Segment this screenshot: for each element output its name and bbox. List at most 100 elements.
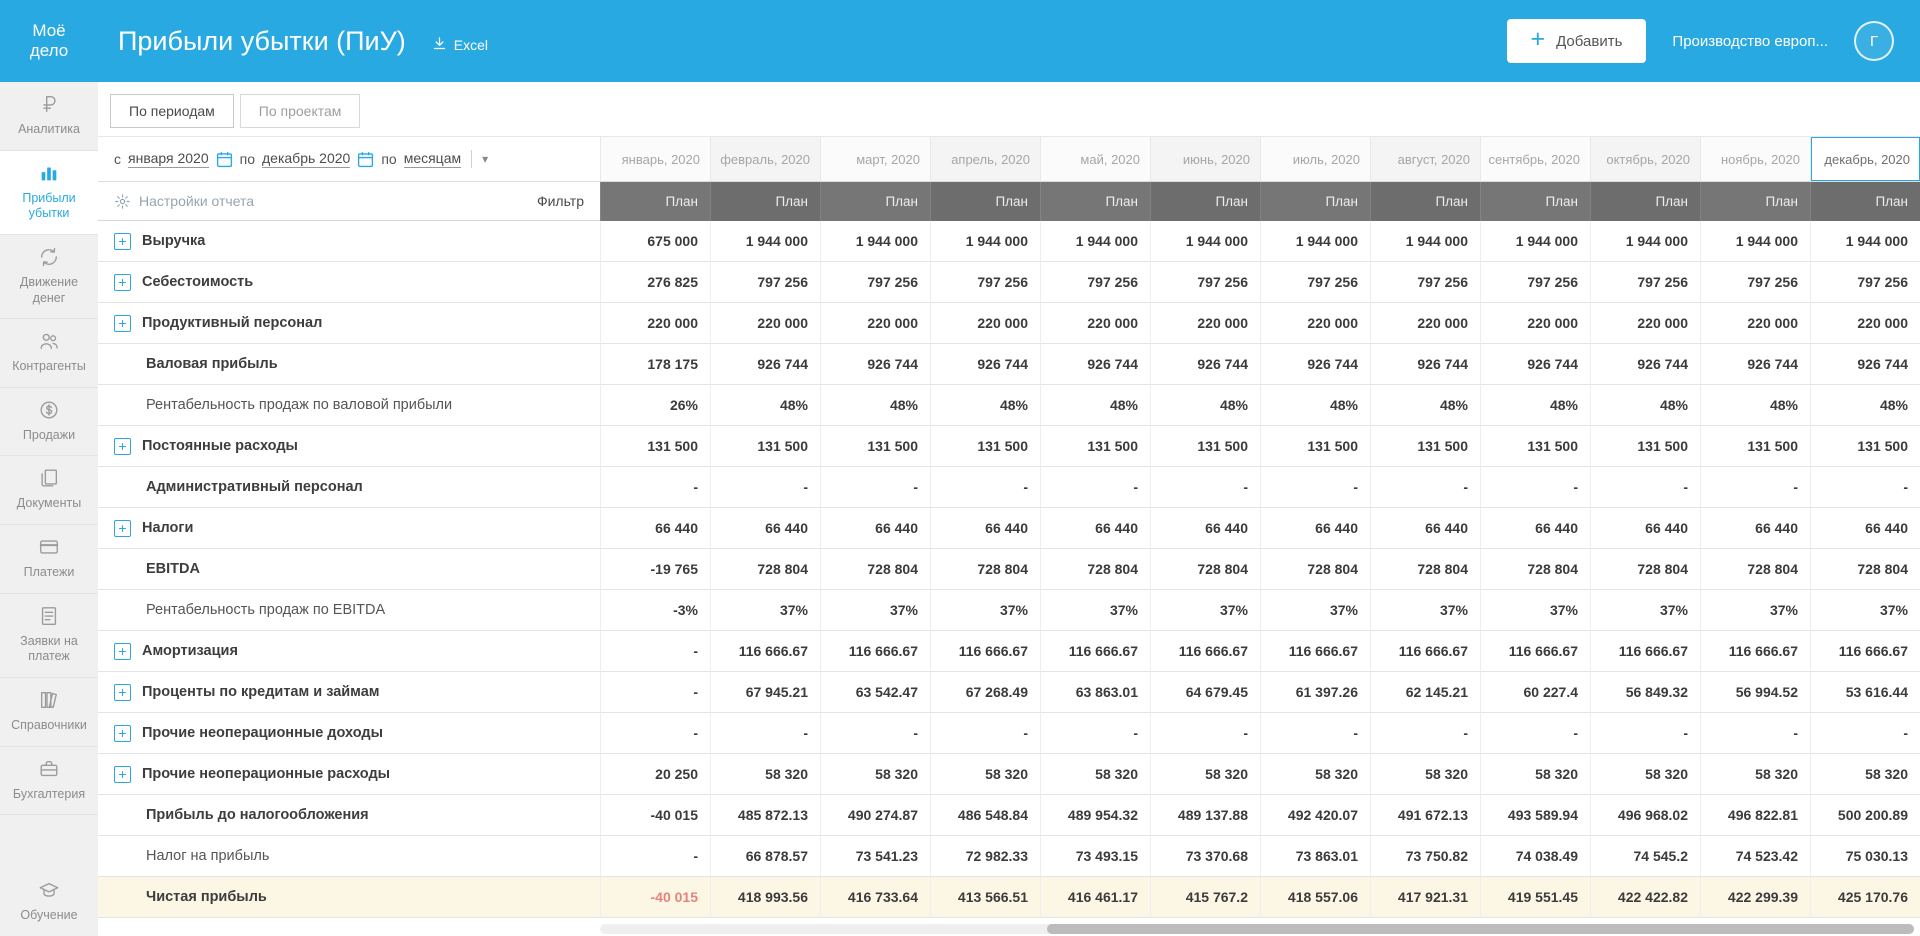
sidebar-item-contractors[interactable]: Контрагенты [0,319,98,388]
row-label-cell: Валовая прибыль [98,344,600,385]
excel-export-link[interactable]: Excel [432,36,488,54]
expand-icon[interactable]: + [114,438,131,455]
value-cell: 61 397.26 [1260,672,1370,713]
scrollbar-thumb[interactable] [1047,924,1914,934]
value-cell: 67 268.49 [930,672,1040,713]
sidebar-item-documents[interactable]: Документы [0,456,98,525]
value-cell: - [1700,467,1810,508]
value-cell: 220 000 [1480,303,1590,344]
value-cell: - [600,836,710,877]
calendar-icon[interactable] [357,151,374,168]
expand-icon[interactable]: + [114,643,131,660]
value-cell: 416 461.17 [1040,877,1150,918]
month-header-cell[interactable]: ноябрь, 2020 [1700,136,1810,182]
value-cell: 926 744 [1700,344,1810,385]
sidebar-item-education[interactable]: Обучение [0,868,98,936]
expand-icon[interactable]: + [114,274,131,291]
value-cell: - [710,467,820,508]
sidebar-item-profit-loss[interactable]: Прибыли убытки [0,151,98,235]
report-settings-link[interactable]: Настройки отчета [139,193,254,209]
value-cell: 48% [820,385,930,426]
value-cell: 797 256 [820,262,930,303]
month-header-cell[interactable]: февраль, 2020 [710,136,820,182]
row-label-cell: Рентабельность продаж по EBITDA [98,590,600,631]
company-selector[interactable]: Производство европ... [1672,33,1828,50]
value-cell: - [1810,467,1920,508]
month-header-cell[interactable]: март, 2020 [820,136,930,182]
value-cell: 276 825 [600,262,710,303]
logo-line1: Моё [0,21,98,41]
calendar-icon[interactable] [216,151,233,168]
value-cell: 797 256 [1810,262,1920,303]
month-header-cell[interactable]: июль, 2020 [1260,136,1370,182]
sidebar-item-analytics[interactable]: Аналитика [0,82,98,151]
sidebar-item-payment-requests[interactable]: Заявки на платеж [0,594,98,678]
value-cell: 489 954.32 [1040,795,1150,836]
value-cell: 48% [1480,385,1590,426]
value-cell: 131 500 [1810,426,1920,467]
value-cell: 1 944 000 [930,221,1040,262]
value-cell: 1 944 000 [1480,221,1590,262]
app-logo[interactable]: Моё дело [0,21,98,60]
month-header-cell[interactable]: декабрь, 2020 [1810,136,1920,182]
month-header-cell[interactable]: апрель, 2020 [930,136,1040,182]
value-cell: 48% [1590,385,1700,426]
sidebar-item-directories[interactable]: Справочники [0,678,98,747]
expand-icon[interactable]: + [114,725,131,742]
value-cell: 926 744 [1590,344,1700,385]
value-cell: 728 804 [930,549,1040,590]
value-cell: 1 944 000 [1810,221,1920,262]
tab-by-projects[interactable]: По проектам [240,94,361,128]
row-label-cell: Налог на прибыль [98,836,600,877]
value-cell: 58 320 [1370,754,1480,795]
add-button[interactable]: + Добавить [1507,19,1647,63]
value-cell: - [600,672,710,713]
row-label-cell: +Постоянные расходы [98,426,600,467]
value-cell: 62 145.21 [1370,672,1480,713]
value-cell: 116 666.67 [1260,631,1370,672]
value-cell: 67 945.21 [710,672,820,713]
to-label: по [240,151,255,167]
value-cell: 37% [1590,590,1700,631]
value-cell: - [1810,713,1920,754]
period-granularity-select[interactable]: месяцам▾ [404,150,488,168]
date-from[interactable]: января 2020 [128,150,209,168]
sidebar-item-payments[interactable]: Платежи [0,525,98,594]
value-cell: 58 320 [820,754,930,795]
sidebar-item-sales[interactable]: Продажи [0,388,98,457]
value-cell: 58 320 [1700,754,1810,795]
avatar[interactable]: Г [1854,21,1894,61]
sidebar-item-accounting[interactable]: Бухгалтерия [0,747,98,816]
expand-icon[interactable]: + [114,315,131,332]
month-header-cell[interactable]: январь, 2020 [600,136,710,182]
tab-by-periods[interactable]: По периодам [110,94,234,128]
expand-icon[interactable]: + [114,684,131,701]
value-cell: 37% [1040,590,1150,631]
app-root: Моё дело Прибыли убытки (ПиУ) Excel + До… [0,0,1920,936]
value-cell: 416 733.64 [820,877,930,918]
horizontal-scrollbar[interactable] [600,924,1914,934]
month-header-cell[interactable]: май, 2020 [1040,136,1150,182]
expand-icon[interactable]: + [114,766,131,783]
value-cell: - [1370,467,1480,508]
value-cell: 926 744 [1040,344,1150,385]
expand-icon[interactable]: + [114,233,131,250]
value-cell: - [710,713,820,754]
month-header-cell[interactable]: июнь, 2020 [1150,136,1260,182]
value-cell: 48% [1040,385,1150,426]
month-header-cell[interactable]: сентябрь, 2020 [1480,136,1590,182]
month-header-cell[interactable]: август, 2020 [1370,136,1480,182]
gear-icon[interactable] [114,193,131,210]
value-cell: 797 256 [1700,262,1810,303]
expand-icon[interactable]: + [114,520,131,537]
main-content: По периодамПо проектам сянваря 2020подек… [98,82,1920,936]
month-header-cell[interactable]: октябрь, 2020 [1590,136,1700,182]
value-cell: - [1040,467,1150,508]
date-to[interactable]: декабрь 2020 [262,150,350,168]
filter-link[interactable]: Фильтр [537,193,584,209]
money-flow-icon [4,246,94,270]
sidebar-item-money-flow[interactable]: Движение денег [0,235,98,319]
value-cell: 491 672.13 [1370,795,1480,836]
value-cell: 48% [1370,385,1480,426]
value-cell: 37% [1480,590,1590,631]
